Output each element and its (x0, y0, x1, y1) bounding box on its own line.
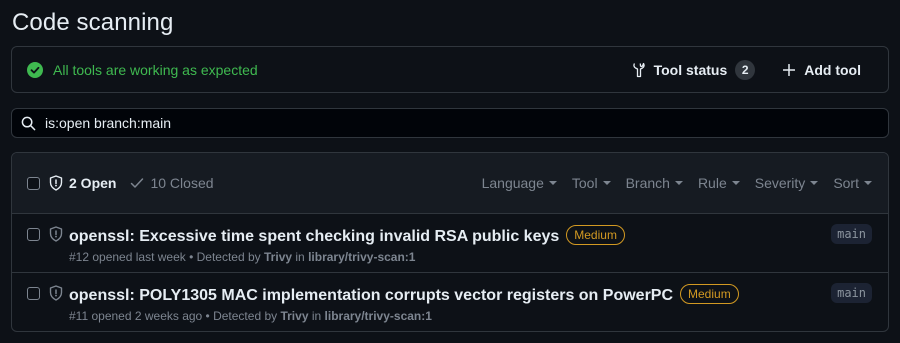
shield-icon (49, 175, 63, 191)
filter-language[interactable]: Language (482, 175, 557, 191)
plus-icon (783, 63, 796, 76)
add-tool-label: Add tool (804, 61, 861, 78)
alert-title[interactable]: openssl: Excessive time spent checking i… (69, 225, 625, 246)
page-title: Code scanning (12, 9, 174, 36)
status-message: All tools are working as expected (27, 61, 258, 78)
caret-down-icon (602, 181, 611, 185)
caret-down-icon (674, 181, 683, 185)
filter-severity[interactable]: Severity (755, 175, 819, 191)
search-input[interactable] (45, 115, 865, 131)
tool-status-button[interactable]: Tool status 2 (632, 59, 756, 80)
filter-branch[interactable]: Branch (626, 175, 683, 191)
search-bar (11, 108, 889, 138)
caret-down-icon (548, 181, 557, 185)
alert-tool: Trivy (264, 250, 293, 264)
alert-meta: #12 opened last week • Detected by Trivy… (69, 250, 416, 264)
caret-down-icon (810, 181, 819, 185)
branch-tag[interactable]: main (831, 224, 872, 244)
severity-badge: Medium (680, 284, 739, 304)
open-count-label: 2 Open (69, 175, 117, 191)
tool-status-banner: All tools are working as expected Tool s… (11, 46, 889, 93)
tab-open[interactable]: 2 Open (49, 175, 116, 191)
status-text: All tools are working as expected (53, 61, 258, 78)
shield-icon (49, 226, 63, 242)
severity-badge: Medium (566, 225, 625, 245)
filter-tool[interactable]: Tool (572, 175, 611, 191)
alert-tool: Trivy (280, 309, 309, 323)
closed-count-label: 10 Closed (150, 175, 214, 191)
alert-checkbox[interactable] (27, 228, 40, 241)
alerts-list-header: 2 Open 10 Closed Language Tool Branch Ru… (12, 153, 888, 214)
tool-count-badge: 2 (735, 59, 756, 80)
alert-meta: #11 opened 2 weeks ago • Detected by Tri… (69, 309, 432, 323)
alert-row: openssl: Excessive time spent checking i… (12, 214, 888, 273)
alert-row: openssl: POLY1305 MAC implementation cor… (12, 273, 888, 331)
search-icon (21, 116, 36, 130)
alert-checkbox[interactable] (27, 287, 40, 300)
shield-icon (49, 285, 63, 301)
check-circle-icon (27, 61, 43, 78)
check-icon (131, 178, 144, 188)
filter-rule[interactable]: Rule (698, 175, 740, 191)
tab-closed[interactable]: 10 Closed (130, 175, 214, 191)
tools-icon (632, 62, 645, 77)
filter-sort[interactable]: Sort (833, 175, 872, 191)
filter-bar: Language Tool Branch Rule Severity Sort (467, 175, 872, 191)
select-all-checkbox[interactable] (27, 176, 40, 190)
add-tool-button[interactable]: Add tool (783, 62, 861, 78)
alerts-list: 2 Open 10 Closed Language Tool Branch Ru… (11, 152, 889, 332)
alert-title[interactable]: openssl: POLY1305 MAC implementation cor… (69, 284, 739, 305)
alert-location[interactable]: library/trivy-scan:1 (308, 250, 415, 264)
tool-status-label: Tool status (653, 61, 728, 78)
caret-down-icon (731, 181, 740, 185)
branch-tag[interactable]: main (831, 283, 872, 303)
alert-location[interactable]: library/trivy-scan:1 (325, 309, 432, 323)
caret-down-icon (864, 181, 872, 185)
